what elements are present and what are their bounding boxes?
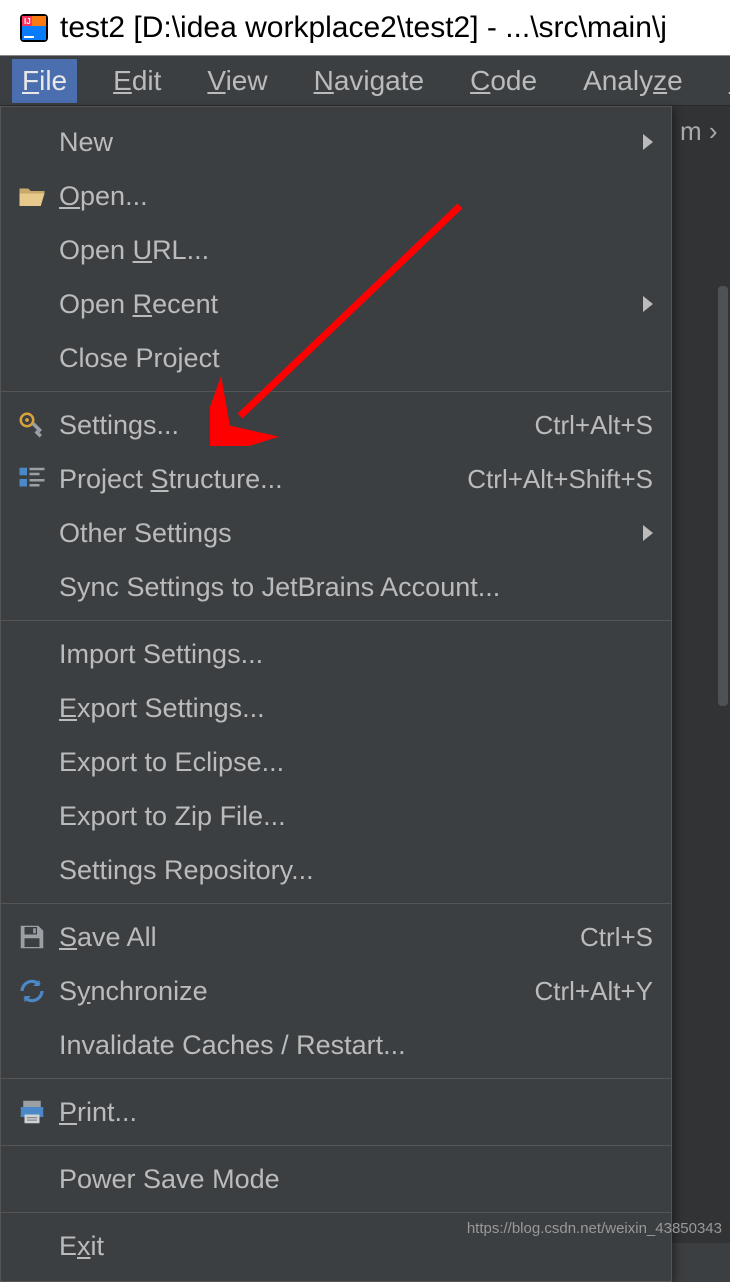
menu-item-label: Navigate: [314, 65, 425, 96]
file-menu-dropdown: New Open... Open URL... Open Recent Close Pr…: [0, 106, 672, 1282]
menu-item-label: Settings...: [59, 410, 525, 441]
submenu-arrow-icon: [643, 296, 653, 312]
icon-placeholder: [15, 691, 49, 725]
menu-item-edit[interactable]: Edit: [103, 59, 171, 103]
file-menu-item-export-to-zip-file[interactable]: Export to Zip File...: [1, 789, 671, 843]
save-icon: [15, 920, 49, 954]
file-menu-item-new[interactable]: New: [1, 115, 671, 169]
workspace-area: m › New Open... Open URL... Open Recent Clos…: [0, 106, 730, 1243]
window-title: test2 [D:\idea workplace2\test2] - ...\s…: [60, 11, 667, 45]
file-menu-item-save-all[interactable]: Save All Ctrl+S: [1, 910, 671, 964]
icon-placeholder: [15, 570, 49, 604]
watermark-text: https://blog.csdn.net/weixin_43850343: [467, 1220, 722, 1237]
file-menu-item-open-recent[interactable]: Open Recent: [1, 277, 671, 331]
file-menu-item-other-settings[interactable]: Other Settings: [1, 506, 671, 560]
file-menu-item-open[interactable]: Open...: [1, 169, 671, 223]
file-menu-item-import-settings[interactable]: Import Settings...: [1, 627, 671, 681]
menu-item-label: Synchronize: [59, 976, 525, 1007]
settings-icon: [15, 408, 49, 442]
menu-separator: [1, 620, 671, 621]
menu-item-label: Open Recent: [59, 289, 633, 320]
menu-item-label: Import Settings...: [59, 639, 653, 670]
menu-item-label: Power Save Mode: [59, 1164, 653, 1195]
menu-item-label: Edit: [113, 65, 161, 96]
menu-separator: [1, 391, 671, 392]
print-icon: [15, 1095, 49, 1129]
menu-item-label: Export to Zip File...: [59, 801, 653, 832]
icon-placeholder: [15, 745, 49, 779]
file-menu-item-synchronize[interactable]: Synchronize Ctrl+Alt+Y: [1, 964, 671, 1018]
menu-item-label: Close Project: [59, 343, 653, 374]
menu-item-view[interactable]: View: [197, 59, 277, 103]
file-menu-item-sync-settings-to-jetbrains-account[interactable]: Sync Settings to JetBrains Account...: [1, 560, 671, 614]
icon-placeholder: [15, 516, 49, 550]
menu-item-label: Export Settings...: [59, 693, 653, 724]
menu-item-label: Project Structure...: [59, 464, 457, 495]
menu-item-label: Sync Settings to JetBrains Account...: [59, 572, 653, 603]
icon-placeholder: [15, 799, 49, 833]
menu-separator: [1, 1145, 671, 1146]
file-menu-item-project-structure[interactable]: Project Structure... Ctrl+Alt+Shift+S: [1, 452, 671, 506]
menu-item-label: Print...: [59, 1097, 653, 1128]
menu-item-label: Save All: [59, 922, 570, 953]
file-menu-item-invalidate-caches-restart[interactable]: Invalidate Caches / Restart...: [1, 1018, 671, 1072]
file-menu-item-close-project[interactable]: Close Project: [1, 331, 671, 385]
menu-item-label: Analyze: [583, 65, 683, 96]
menu-separator: [1, 1078, 671, 1079]
submenu-arrow-icon: [643, 525, 653, 541]
file-menu-item-print[interactable]: Print...: [1, 1085, 671, 1139]
main-menu-bar: File Edit View Navigate Code Analyze Re: [0, 56, 730, 106]
menu-item-label: Open...: [59, 181, 653, 212]
file-menu-item-export-settings[interactable]: Export Settings...: [1, 681, 671, 735]
menu-item-analyze[interactable]: Analyze: [573, 59, 693, 103]
file-menu-item-power-save-mode[interactable]: Power Save Mode: [1, 1152, 671, 1206]
svg-text:IJ: IJ: [24, 17, 31, 26]
menu-item-label: Invalidate Caches / Restart...: [59, 1030, 653, 1061]
project-structure-icon: [15, 462, 49, 496]
icon-placeholder: [15, 1028, 49, 1062]
menu-item-code[interactable]: Code: [460, 59, 547, 103]
breadcrumb-fragment: m ›: [680, 116, 718, 147]
file-menu-item-open-url[interactable]: Open URL...: [1, 223, 671, 277]
menu-item-label: Export to Eclipse...: [59, 747, 653, 778]
file-menu-item-settings[interactable]: Settings... Ctrl+Alt+S: [1, 398, 671, 452]
icon-placeholder: [15, 341, 49, 375]
menu-item-shortcut: Ctrl+Alt+Shift+S: [467, 464, 653, 495]
menu-item-shortcut: Ctrl+S: [580, 922, 653, 953]
menu-item-shortcut: Ctrl+Alt+S: [535, 410, 654, 441]
editor-scrollbar[interactable]: [718, 286, 728, 706]
window-titlebar: IJ test2 [D:\idea workplace2\test2] - ..…: [0, 0, 730, 56]
menu-item-label: File: [22, 65, 67, 96]
file-menu-item-export-to-eclipse[interactable]: Export to Eclipse...: [1, 735, 671, 789]
icon-placeholder: [15, 853, 49, 887]
file-menu-item-settings-repository[interactable]: Settings Repository...: [1, 843, 671, 897]
menu-item-label: Other Settings: [59, 518, 633, 549]
icon-placeholder: [15, 287, 49, 321]
icon-placeholder: [15, 125, 49, 159]
menu-item-label: Settings Repository...: [59, 855, 653, 886]
menu-item-label: Code: [470, 65, 537, 96]
icon-placeholder: [15, 1229, 49, 1263]
menu-item-file[interactable]: File: [12, 59, 77, 103]
menu-separator: [1, 1212, 671, 1213]
folder-open-icon: [15, 179, 49, 213]
menu-item-label: View: [207, 65, 267, 96]
submenu-arrow-icon: [643, 134, 653, 150]
menu-item-label: New: [59, 127, 633, 158]
menu-item-re[interactable]: Re: [719, 59, 730, 103]
sync-icon: [15, 974, 49, 1008]
menu-item-navigate[interactable]: Navigate: [304, 59, 435, 103]
icon-placeholder: [15, 637, 49, 671]
intellij-logo-icon: IJ: [18, 12, 50, 44]
menu-separator: [1, 903, 671, 904]
menu-item-label: Open URL...: [59, 235, 653, 266]
menu-item-shortcut: Ctrl+Alt+Y: [535, 976, 654, 1007]
icon-placeholder: [15, 1162, 49, 1196]
icon-placeholder: [15, 233, 49, 267]
